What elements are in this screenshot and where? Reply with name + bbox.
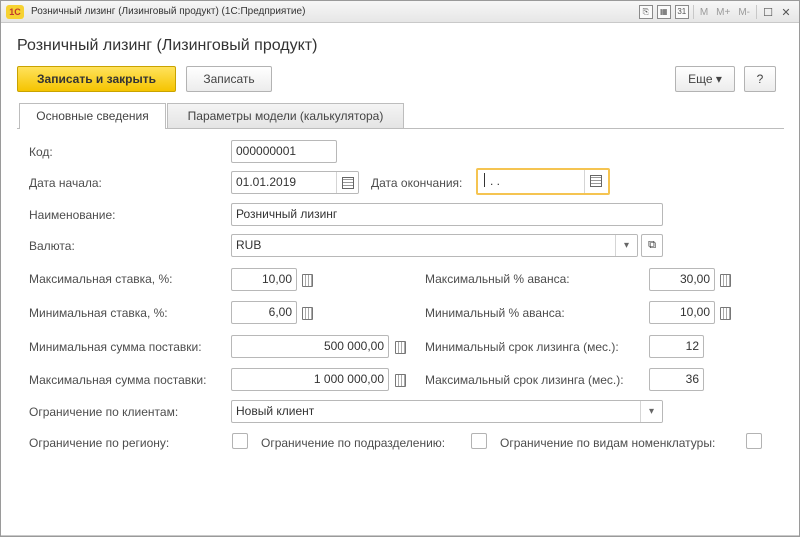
app-logo-icon: 1С <box>6 5 24 19</box>
help-button[interactable]: ? <box>744 66 776 92</box>
calculator-icon[interactable] <box>298 269 316 290</box>
max-advance-field[interactable]: 30,00 <box>649 268 715 291</box>
code-field[interactable]: 000000001 <box>231 140 337 163</box>
more-button[interactable]: Еще ▾ <box>675 66 735 92</box>
code-label: Код: <box>29 145 53 159</box>
maximize-icon[interactable]: ☐ <box>761 6 775 19</box>
min-advance-field[interactable]: 10,00 <box>649 301 715 324</box>
tab-model-parameters[interactable]: Параметры модели (калькулятора) <box>167 103 404 128</box>
title-bar: 1С Розничный лизинг (Лизинговый продукт)… <box>1 1 799 23</box>
client-restriction-label: Ограничение по клиентам: <box>29 405 179 419</box>
min-supply-field[interactable]: 500 000,00 <box>231 335 389 358</box>
start-date-value: 01.01.2019 <box>236 175 297 189</box>
calculator-icon[interactable] <box>391 336 409 357</box>
max-term-field[interactable]: 36 <box>649 368 704 391</box>
min-term-field[interactable]: 12 <box>649 335 704 358</box>
calendar-icon[interactable] <box>336 172 358 193</box>
separator <box>692 5 694 19</box>
chevron-down-icon[interactable]: ▾ <box>640 401 662 422</box>
nomenclature-restriction-label: Ограничение по видам номенклатуры: <box>500 436 716 450</box>
min-supply-label: Минимальная сумма поставки: <box>29 340 202 354</box>
division-restriction-label: Ограничение по подразделению: <box>261 436 446 450</box>
max-advance-label: Максимальный % аванса: <box>425 272 570 286</box>
separator <box>756 5 757 19</box>
link-icon[interactable]: ⎘ <box>638 5 653 19</box>
memory-plus-button[interactable]: M+ <box>714 7 732 18</box>
region-restriction-checkbox[interactable] <box>232 433 248 449</box>
window-title: Розничный лизинг (Лизинговый продукт) (1… <box>31 6 306 17</box>
name-label: Наименование: <box>29 208 116 222</box>
title-bar-tools: ⎘ ▦ 31 M M+ M- ☐ ✕ <box>638 4 793 20</box>
calculator-icon[interactable]: ▦ <box>656 5 671 19</box>
max-supply-field[interactable]: 1 000 000,00 <box>231 368 389 391</box>
nomenclature-restriction-checkbox[interactable] <box>746 433 762 449</box>
calendar-icon[interactable] <box>584 170 608 193</box>
memory-minus-button[interactable]: M- <box>736 7 752 18</box>
start-date-label: Дата начала: <box>29 176 102 190</box>
text-cursor <box>484 173 488 187</box>
end-date-value: . . <box>490 174 501 188</box>
end-date-field[interactable]: . . <box>476 168 610 195</box>
division-restriction-checkbox[interactable] <box>471 433 487 449</box>
tab-main-info[interactable]: Основные сведения <box>19 103 166 129</box>
calculator-icon[interactable] <box>716 302 734 323</box>
client-restriction-value: Новый клиент <box>236 404 315 418</box>
calendar-icon[interactable]: 31 <box>674 5 689 19</box>
region-restriction-label: Ограничение по региону: <box>29 436 170 450</box>
name-field[interactable]: Розничный лизинг <box>231 203 663 226</box>
start-date-field[interactable]: 01.01.2019 <box>231 171 359 194</box>
max-supply-label: Максимальная сумма поставки: <box>29 373 207 387</box>
currency-label: Валюта: <box>29 239 75 253</box>
memory-button[interactable]: M <box>698 7 710 18</box>
calculator-icon[interactable] <box>298 302 316 323</box>
chevron-down-icon[interactable]: ▾ <box>615 235 637 256</box>
min-rate-label: Минимальная ставка, %: <box>29 306 168 320</box>
max-term-label: Максимальный срок лизинга (мес.): <box>425 373 624 387</box>
page-title: Розничный лизинг (Лизинговый продукт) <box>17 37 318 54</box>
end-date-label: Дата окончания: <box>371 176 463 190</box>
min-advance-label: Минимальный % аванса: <box>425 306 565 320</box>
currency-field[interactable]: RUB ▾ <box>231 234 638 257</box>
max-rate-field[interactable]: 10,00 <box>231 268 297 291</box>
client-restriction-select[interactable]: Новый клиент ▾ <box>231 400 663 423</box>
max-rate-label: Максимальная ставка, %: <box>29 272 173 286</box>
calculator-icon[interactable] <box>391 369 409 390</box>
close-icon[interactable]: ✕ <box>779 6 793 19</box>
calculator-icon[interactable] <box>716 269 734 290</box>
app-window: 1С Розничный лизинг (Лизинговый продукт)… <box>0 0 800 537</box>
min-rate-field[interactable]: 6,00 <box>231 301 297 324</box>
save-and-close-button[interactable]: Записать и закрыть <box>17 66 176 92</box>
currency-value: RUB <box>236 238 262 252</box>
min-term-label: Минимальный срок лизинга (мес.): <box>425 340 619 354</box>
save-button[interactable]: Записать <box>186 66 272 92</box>
window-bottom-border <box>1 535 799 536</box>
open-icon[interactable]: ⧉ <box>641 234 663 257</box>
